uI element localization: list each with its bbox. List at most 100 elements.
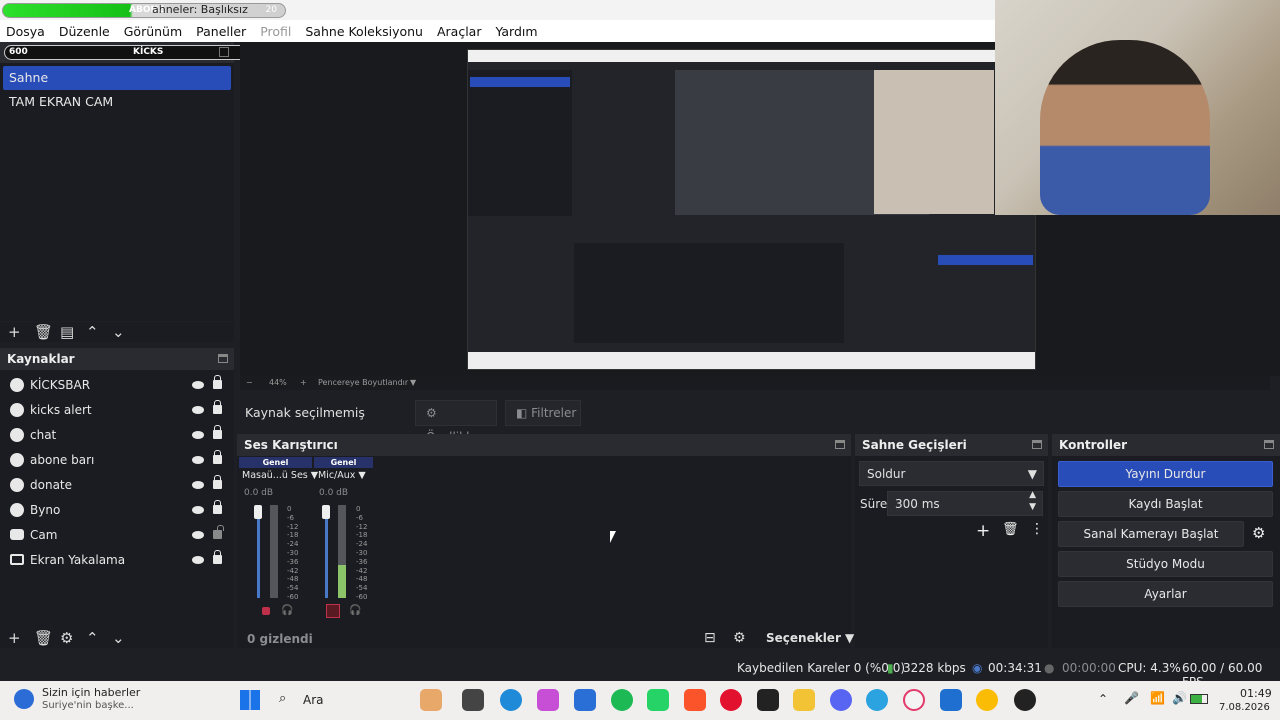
clock-time[interactable]: 01:49 bbox=[1240, 687, 1272, 700]
menu-sahne-koleksiyonu[interactable]: Sahne Koleksiyonu bbox=[305, 24, 423, 39]
lock-icon[interactable] bbox=[213, 375, 222, 389]
source-row[interactable]: Byno bbox=[0, 497, 234, 522]
source-row[interactable]: Cam bbox=[0, 522, 234, 547]
battery-icon[interactable] bbox=[1190, 694, 1208, 704]
sources-dock-icon[interactable] bbox=[218, 354, 228, 363]
taskbar-search[interactable]: ⌕ Ara bbox=[273, 688, 389, 712]
eye-icon[interactable] bbox=[192, 480, 204, 489]
mute-toggle-on[interactable] bbox=[326, 604, 340, 618]
controls-dock-icon[interactable] bbox=[1264, 440, 1274, 449]
source-row[interactable]: chat bbox=[0, 422, 234, 447]
lock-icon[interactable] bbox=[213, 500, 222, 514]
unlock-icon[interactable] bbox=[213, 525, 224, 539]
menu-yardim[interactable]: Yardım bbox=[495, 24, 537, 39]
discord-icon[interactable] bbox=[830, 689, 852, 711]
capcut-icon[interactable] bbox=[757, 689, 779, 711]
settings-button[interactable]: Ayarlar bbox=[1058, 581, 1273, 607]
properties-button[interactable]: ⚙ Özellikler bbox=[415, 400, 497, 444]
edge-icon[interactable] bbox=[500, 689, 522, 711]
add-transition-icon[interactable]: + bbox=[976, 521, 990, 541]
eye-icon[interactable] bbox=[192, 530, 204, 539]
remove-transition-icon[interactable]: 🗑 bbox=[1002, 522, 1019, 537]
transition-select[interactable]: Soldur ▼ bbox=[859, 461, 1044, 486]
mixer-settings-icon[interactable]: ⚙ bbox=[733, 630, 746, 646]
scenes-dock-icon[interactable] bbox=[219, 47, 229, 57]
source-row[interactable]: kicks alert bbox=[0, 397, 234, 422]
eye-icon[interactable] bbox=[192, 505, 204, 514]
menu-gorunum[interactable]: Görünüm bbox=[124, 24, 182, 39]
zoom-out-icon[interactable]: − bbox=[246, 378, 253, 387]
stepper-icon[interactable]: ▲ ▼ bbox=[1029, 489, 1036, 513]
volume-fader-handle[interactable] bbox=[254, 505, 262, 519]
chrome-icon[interactable] bbox=[976, 689, 998, 711]
scene-filter-icon[interactable]: ▤ bbox=[60, 323, 74, 341]
zoom-in-icon[interactable]: + bbox=[300, 378, 307, 387]
eye-icon[interactable] bbox=[192, 380, 204, 389]
volume-fader-handle[interactable] bbox=[322, 505, 330, 519]
app-icon[interactable] bbox=[574, 689, 596, 711]
remove-source-icon[interactable]: 🗑 bbox=[34, 629, 53, 647]
channel-name[interactable]: Masaü...ü Ses ▼ bbox=[242, 470, 318, 481]
source-settings-icon[interactable]: ⚙ bbox=[60, 629, 73, 647]
move-down-icon[interactable]: ⌄ bbox=[112, 629, 125, 647]
menu-profil[interactable]: Profil bbox=[260, 24, 291, 39]
eye-icon[interactable] bbox=[192, 430, 204, 439]
headphone-icon[interactable]: 🎧 bbox=[349, 605, 361, 616]
widgets-icon[interactable] bbox=[420, 689, 442, 711]
clock-date[interactable]: 7.08.2026 bbox=[1219, 702, 1270, 713]
move-down-icon[interactable]: ⌄ bbox=[112, 323, 125, 341]
file-explorer-icon[interactable] bbox=[793, 689, 815, 711]
whatsapp-icon[interactable] bbox=[647, 689, 669, 711]
fit-to-window[interactable]: Pencereye Boyutlandır bbox=[318, 378, 408, 387]
zoom-dropdown-icon[interactable]: ▼ bbox=[410, 378, 416, 387]
scene-item-tam-ekran-cam[interactable]: TAM EKRAN CAM bbox=[3, 90, 231, 114]
menu-paneller[interactable]: Paneller bbox=[196, 24, 246, 39]
add-source-icon[interactable]: + bbox=[8, 629, 21, 647]
mixer-options-button[interactable]: Seçenekler ▼ bbox=[766, 631, 854, 645]
gear-icon[interactable]: ⚙ bbox=[1252, 524, 1265, 542]
remove-scene-icon[interactable]: 🗑 bbox=[34, 323, 53, 341]
mixer-dock-icon[interactable] bbox=[835, 440, 845, 449]
filters-button[interactable]: ◧ Filtreler bbox=[505, 400, 581, 426]
channel-name[interactable]: Mic/Aux ▼ bbox=[318, 470, 366, 481]
outlook-icon[interactable] bbox=[940, 689, 962, 711]
speaker-icon[interactable] bbox=[262, 607, 270, 615]
task-view-icon[interactable] bbox=[462, 689, 484, 711]
opera-gx-icon[interactable] bbox=[903, 689, 925, 711]
move-up-icon[interactable]: ⌃ bbox=[86, 323, 99, 341]
studio-mode-button[interactable]: Stüdyo Modu bbox=[1058, 551, 1273, 577]
source-row[interactable]: Ekran Yakalama bbox=[0, 547, 234, 572]
source-row[interactable]: abone barı bbox=[0, 447, 234, 472]
add-scene-icon[interactable]: + bbox=[8, 323, 21, 341]
eye-icon[interactable] bbox=[192, 455, 204, 464]
more-options-icon[interactable]: ⋮ bbox=[1030, 521, 1044, 537]
spotify-icon[interactable] bbox=[611, 689, 633, 711]
lock-icon[interactable] bbox=[213, 550, 222, 564]
windows-start-icon[interactable] bbox=[240, 690, 260, 710]
lock-icon[interactable] bbox=[213, 475, 222, 489]
mixer-layout-icon[interactable]: ⊟ bbox=[704, 630, 716, 646]
microphone-icon[interactable]: 🎤 bbox=[1124, 691, 1139, 705]
lock-icon[interactable] bbox=[213, 400, 222, 414]
source-row[interactable]: donate bbox=[0, 472, 234, 497]
obs-icon[interactable] bbox=[1014, 689, 1036, 711]
lock-icon[interactable] bbox=[213, 450, 222, 464]
menu-dosya[interactable]: Dosya bbox=[6, 24, 45, 39]
news-subtitle[interactable]: Suriye'nin başke... bbox=[42, 700, 134, 711]
eye-icon[interactable] bbox=[192, 405, 204, 414]
eye-icon[interactable] bbox=[192, 555, 204, 564]
news-title[interactable]: Sizin için haberler bbox=[42, 686, 140, 699]
stop-stream-button[interactable]: Yayını Durdur bbox=[1058, 461, 1273, 487]
wifi-icon[interactable]: 📶 bbox=[1150, 691, 1165, 705]
headphone-icon[interactable]: 🎧 bbox=[281, 605, 293, 616]
scene-item-sahne[interactable]: Sahne bbox=[3, 66, 231, 90]
start-virtual-camera-button[interactable]: Sanal Kamerayı Başlat bbox=[1058, 521, 1244, 547]
telegram-icon[interactable] bbox=[866, 689, 888, 711]
tray-expand-icon[interactable]: ⌃ bbox=[1098, 692, 1108, 706]
copilot-icon[interactable] bbox=[537, 689, 559, 711]
transitions-dock-icon[interactable] bbox=[1032, 440, 1042, 449]
opera-icon[interactable] bbox=[720, 689, 742, 711]
start-recording-button[interactable]: Kaydı Başlat bbox=[1058, 491, 1273, 517]
source-row[interactable]: KİCKSBAR bbox=[0, 372, 234, 397]
lock-icon[interactable] bbox=[213, 425, 222, 439]
